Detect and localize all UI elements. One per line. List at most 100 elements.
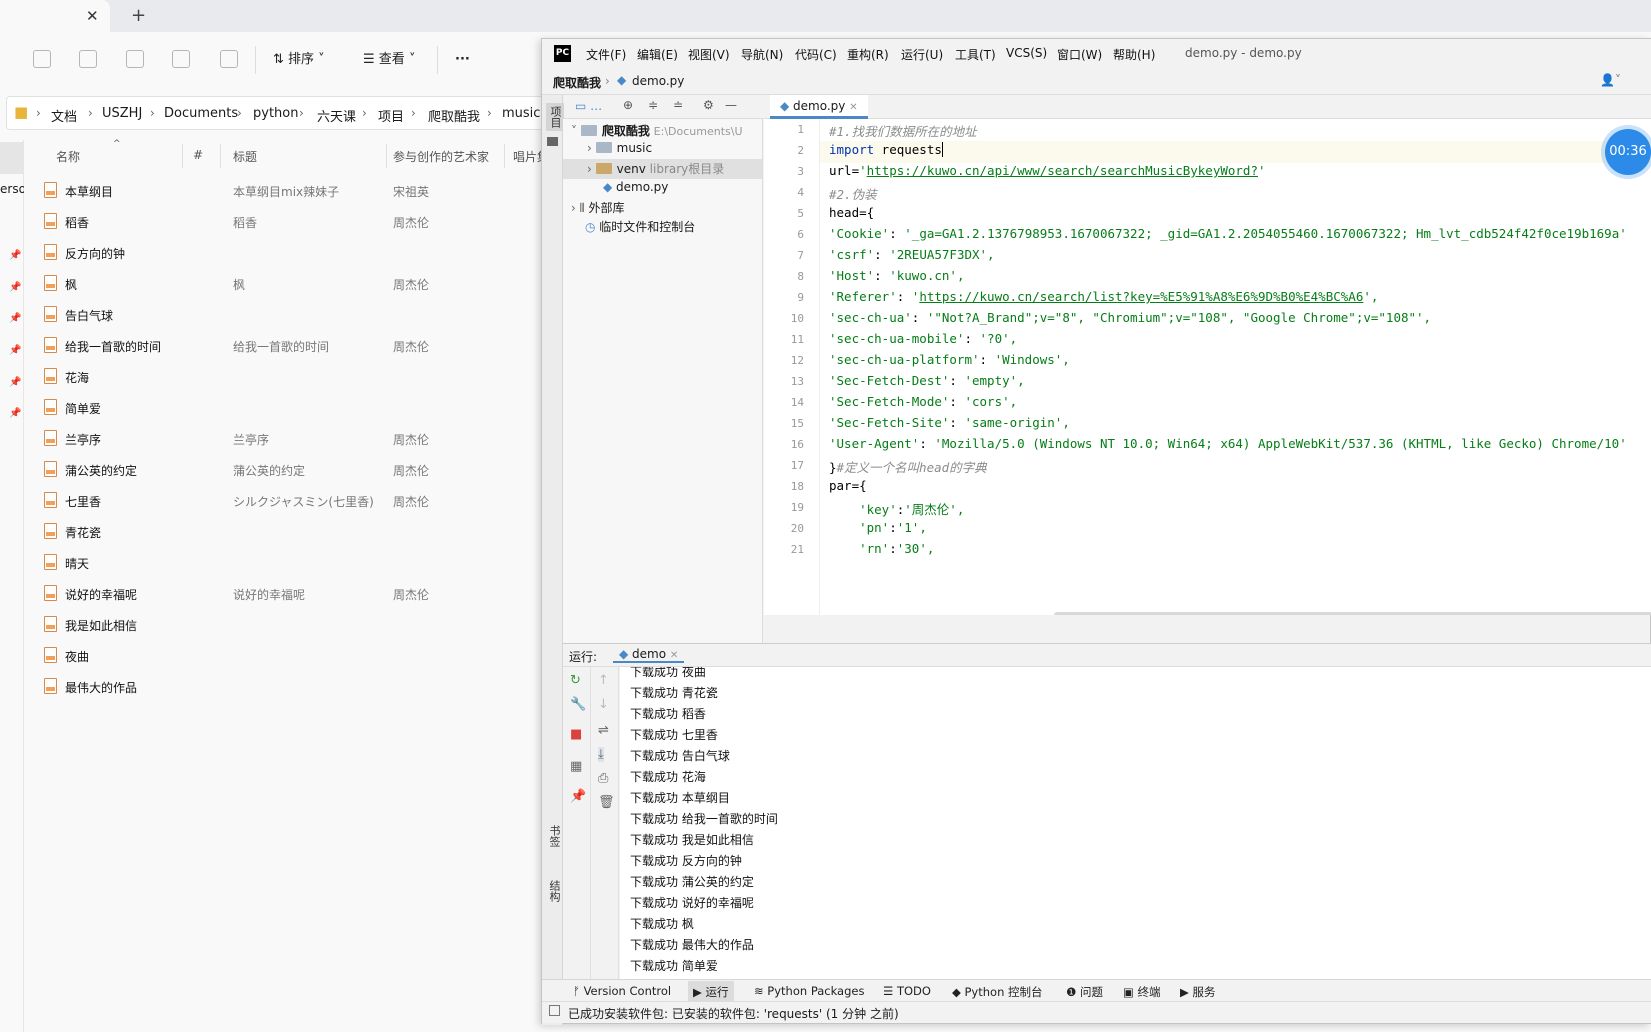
menu-edit[interactable]: 编辑(E): [637, 46, 678, 63]
copy-icon[interactable]: [33, 50, 51, 68]
close-tab-icon[interactable]: ✕: [670, 650, 678, 661]
delete-icon[interactable]: [220, 50, 238, 68]
file-row[interactable]: 蒲公英的约定 蒲公英的约定 周杰伦: [24, 454, 545, 485]
file-row[interactable]: 我是如此相信: [24, 609, 545, 640]
menu-navigate[interactable]: 导航(N): [741, 46, 783, 63]
expand-all-icon[interactable]: ≑: [648, 98, 658, 112]
new-tab-icon[interactable]: +: [131, 5, 146, 26]
file-row[interactable]: 枫 枫 周杰伦: [24, 268, 545, 299]
user-icon[interactable]: 👤˅: [1600, 73, 1621, 87]
file-row[interactable]: 七里香 シルクジャスミン(七里香) 周杰伦: [24, 485, 545, 516]
layout-icon[interactable]: ▦: [570, 759, 582, 774]
file-row[interactable]: 最伟大的作品: [24, 671, 545, 702]
pycharm-logo: PC: [554, 45, 571, 62]
nav-file[interactable]: demo.py: [632, 74, 684, 88]
file-row[interactable]: 反方向的钟: [24, 237, 545, 268]
share-icon[interactable]: [172, 50, 190, 68]
view-button[interactable]: ☰ 查看 ˅: [363, 49, 415, 71]
breadcrumb-item[interactable]: 六天课: [317, 106, 356, 125]
pin-icon[interactable]: 📌: [570, 789, 586, 804]
file-row[interactable]: 青花瓷: [24, 516, 545, 547]
address-bar[interactable]: ■ › 文档 › USZHJ › Documents › python › 六天…: [6, 96, 546, 130]
close-tab-icon[interactable]: ✕: [86, 7, 99, 25]
tree-item-external-libraries[interactable]: › ⫴ 外部库: [571, 199, 625, 216]
paste-icon[interactable]: [79, 50, 97, 68]
stop-icon[interactable]: ■: [570, 727, 582, 742]
sort-button[interactable]: ⇅ 排序 ˅: [273, 49, 325, 71]
file-row[interactable]: 晴天: [24, 547, 545, 578]
tree-item-venv[interactable]: › venv library根目录: [563, 159, 762, 179]
breadcrumb-item[interactable]: Documents: [164, 106, 238, 121]
breadcrumb-item[interactable]: 项目: [378, 106, 404, 125]
project-view-icon[interactable]: ▭ …: [575, 99, 602, 113]
file-row[interactable]: 稻香 稻香 周杰伦: [24, 206, 545, 237]
file-row[interactable]: 说好的幸福呢 说好的幸福呢 周杰伦: [24, 578, 545, 609]
column-number[interactable]: #: [193, 148, 203, 162]
nav-selected-item[interactable]: [0, 142, 24, 174]
wrench-icon[interactable]: 🔧: [570, 697, 586, 712]
menu-tools[interactable]: 工具(T): [955, 46, 996, 63]
file-row[interactable]: 夜曲: [24, 640, 545, 671]
bookmarks-tool-button[interactable]: 书签: [546, 825, 562, 847]
tab-problems[interactable]: ❶ 问题: [1066, 984, 1103, 1000]
more-options-button[interactable]: ···: [455, 49, 470, 71]
file-row[interactable]: 告白气球: [24, 299, 545, 330]
locate-icon[interactable]: ⊕: [623, 98, 633, 112]
menu-refactor[interactable]: 重构(R): [847, 46, 889, 63]
run-console[interactable]: 下载成功 夜曲 下载成功 青花瓷 下载成功 稻香 下载成功 七里香 下载成功 告白气球下…: [620, 667, 1651, 995]
rerun-icon[interactable]: ↻: [570, 673, 581, 688]
tree-item-music[interactable]: › music: [587, 141, 652, 155]
tab-todo[interactable]: ☰ TODO: [883, 984, 931, 998]
menu-run[interactable]: 运行(U): [901, 46, 943, 63]
print-icon[interactable]: ⎙: [598, 771, 608, 786]
tab-terminal[interactable]: ▣ 终端: [1123, 984, 1161, 1000]
file-row[interactable]: 兰亭序 兰亭序 周杰伦: [24, 423, 545, 454]
editor-tab-demo[interactable]: ◆ demo.py ✕: [770, 95, 868, 119]
nav-project[interactable]: 爬取酷我: [553, 74, 601, 91]
breadcrumb-item[interactable]: USZHJ: [102, 106, 142, 121]
tab-python-packages[interactable]: ≋ Python Packages: [754, 984, 864, 998]
breadcrumb-item[interactable]: python: [253, 106, 298, 121]
tab-version-control[interactable]: ᚠ Version Control: [573, 984, 671, 998]
trash-icon[interactable]: 🗑: [598, 795, 615, 810]
explorer-tab[interactable]: ✕: [0, 0, 110, 32]
menu-code[interactable]: 代码(C): [795, 46, 837, 63]
column-title[interactable]: 标题: [233, 148, 257, 165]
collapse-all-icon[interactable]: ≐: [673, 98, 683, 112]
tree-item-scratches[interactable]: ◷ 临时文件和控制台: [585, 218, 695, 235]
breadcrumb-item[interactable]: 爬取酷我: [428, 106, 480, 125]
tree-root[interactable]: ˅ 爬取酷我 E:\Documents\U: [571, 122, 743, 139]
menu-help[interactable]: 帮助(H): [1113, 46, 1155, 63]
horizontal-scrollbar[interactable]: [1054, 612, 1651, 615]
arrow-down-icon[interactable]: ↓: [598, 697, 609, 712]
tab-services[interactable]: ▶ 服务: [1180, 984, 1216, 1000]
run-config-tab[interactable]: ◆ demo ✕: [613, 647, 685, 663]
gear-icon[interactable]: ⚙: [703, 98, 714, 112]
structure-tool-button[interactable]: 结构: [546, 880, 562, 902]
tab-run[interactable]: ▶ 运行: [688, 981, 734, 1003]
menu-view[interactable]: 视图(V): [688, 46, 730, 63]
file-row[interactable]: 花海: [24, 361, 545, 392]
column-name[interactable]: 名称: [56, 148, 80, 165]
menu-vcs[interactable]: VCS(S): [1006, 46, 1047, 60]
file-row[interactable]: 简单爱: [24, 392, 545, 423]
tree-item-demo[interactable]: ◆ demo.py: [603, 180, 668, 194]
menu-window[interactable]: 窗口(W): [1057, 46, 1102, 63]
soft-wrap-icon[interactable]: ⇌: [598, 723, 609, 738]
file-row[interactable]: 本草纲目 本草纲目mix辣妹子 宋祖英: [24, 175, 545, 206]
breadcrumb-item[interactable]: 文档: [51, 106, 77, 125]
rename-icon[interactable]: [126, 50, 144, 68]
file-row[interactable]: 给我一首歌的时间 给我一首歌的时间 周杰伦: [24, 330, 545, 361]
tab-python-console[interactable]: ◆ Python 控制台: [952, 984, 1043, 1000]
nav-item-label[interactable]: erso: [0, 182, 24, 196]
arrow-up-icon[interactable]: ↑: [598, 673, 609, 688]
project-tool-button[interactable]: 项目: [546, 103, 564, 131]
hide-icon[interactable]: —: [725, 98, 737, 112]
breadcrumb-item[interactable]: music: [502, 106, 540, 121]
close-tab-icon[interactable]: ✕: [849, 102, 857, 113]
scroll-to-end-icon[interactable]: ⤓: [598, 747, 604, 762]
menu-file[interactable]: 文件(F): [586, 46, 626, 63]
panel-toggle-icon[interactable]: [549, 1005, 560, 1016]
code-editor[interactable]: 1 2 3 4 5 6 7 8 9 10 11 12 13 14 15 16 17 18 19 20 21 #1.找我们…: [764, 119, 1651, 615]
column-artist[interactable]: 参与创作的艺术家: [393, 148, 489, 165]
